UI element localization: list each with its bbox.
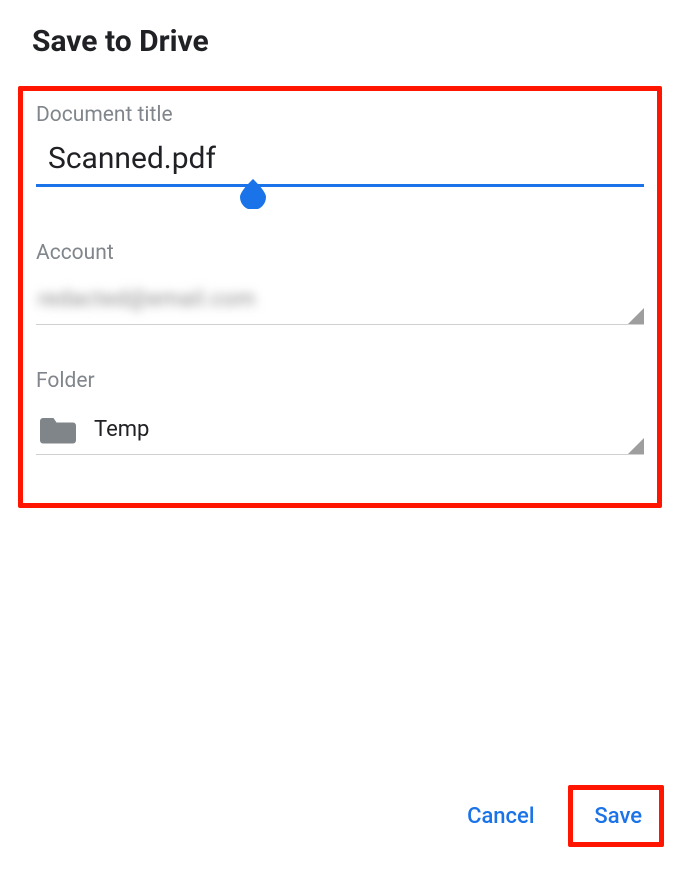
folder-icon [40, 415, 76, 445]
dropdown-indicator-icon [628, 438, 644, 454]
cancel-button[interactable]: Cancel [449, 792, 552, 841]
folder-name: Temp [94, 417, 149, 442]
folder-selector[interactable]: Temp [36, 405, 644, 455]
folder-label: Folder [36, 369, 644, 393]
button-bar: Cancel Save [449, 792, 660, 841]
account-value: redacted@email.com [36, 287, 256, 312]
document-title-input[interactable] [36, 137, 644, 187]
document-title-label: Document title [36, 103, 644, 127]
account-selector[interactable]: redacted@email.com [36, 275, 644, 325]
dialog-title: Save to Drive [0, 0, 680, 75]
account-label: Account [36, 241, 644, 265]
dropdown-indicator-icon [628, 308, 644, 324]
save-button[interactable]: Save [576, 792, 660, 841]
